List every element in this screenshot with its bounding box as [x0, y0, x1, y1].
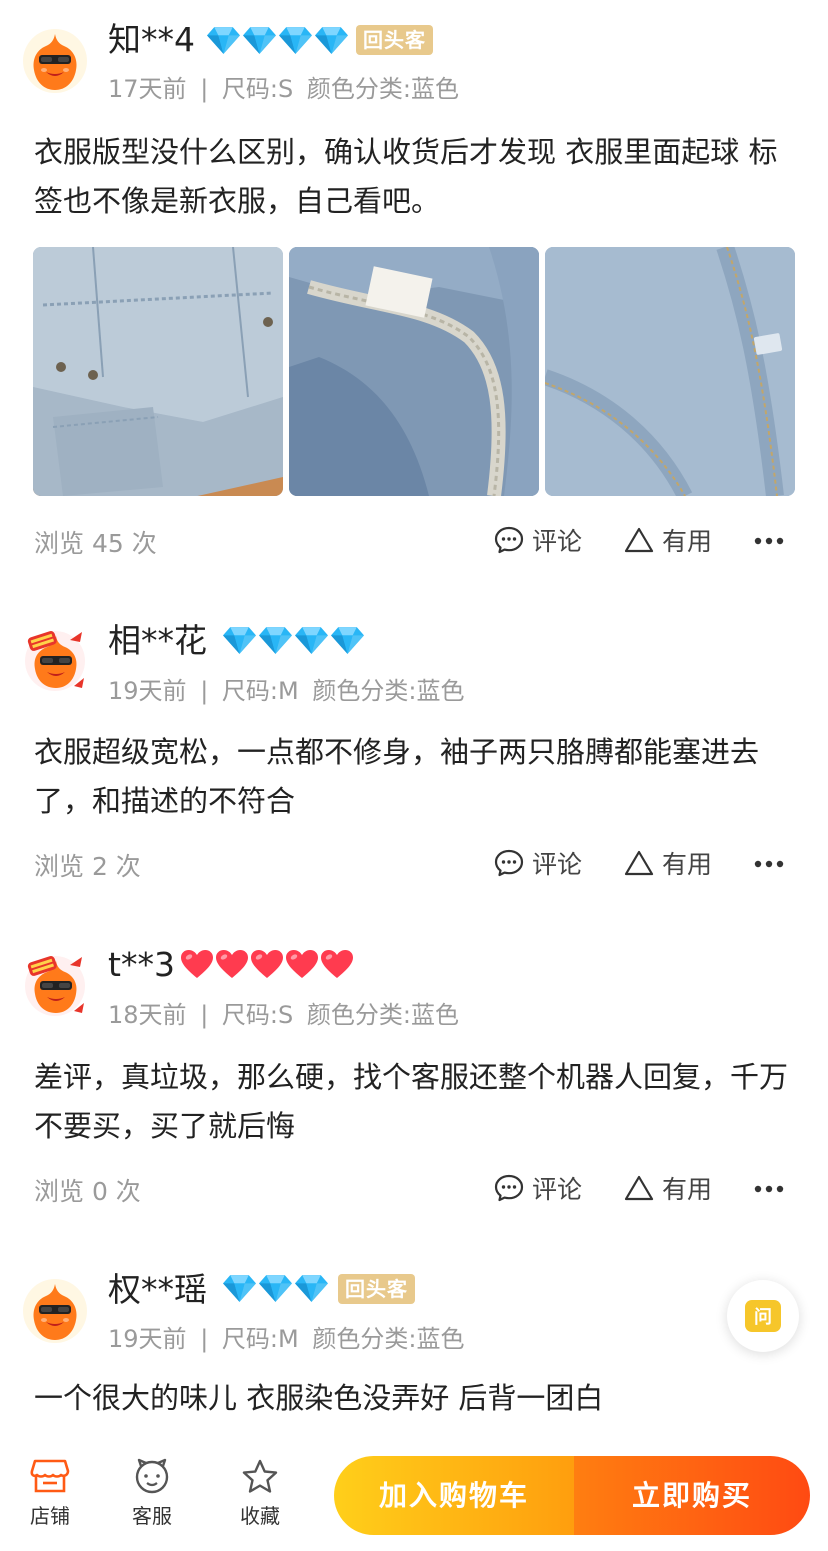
username: 知**4	[108, 20, 195, 59]
avatar[interactable]	[22, 28, 88, 94]
star-icon	[242, 1459, 278, 1493]
level-badges	[222, 626, 365, 655]
review-content: 一个很大的味儿 衣服染色没弄好 后背一团白	[34, 1381, 604, 1415]
level-badges	[222, 1274, 329, 1303]
triangle-icon	[624, 1173, 654, 1203]
review-date: 18天前	[108, 1001, 187, 1029]
diamond-icon	[294, 1274, 329, 1303]
useful-label: 有用	[662, 527, 713, 556]
view-count: 浏览 45 次	[34, 529, 157, 558]
buy-now-button[interactable]: 立即购买	[574, 1456, 810, 1535]
review-meta: 18天前 | 尺码:S 颜色分类:蓝色	[108, 999, 459, 1031]
review-date: 19天前	[108, 677, 187, 705]
heart-icon	[180, 949, 214, 979]
diamond-icon	[314, 26, 349, 55]
meta-separator: |	[200, 1325, 209, 1353]
avatar[interactable]	[22, 951, 88, 1017]
level-badges	[206, 26, 349, 55]
triangle-icon	[624, 848, 654, 878]
shop-button[interactable]: 店铺	[15, 1458, 85, 1529]
username: 权**瑶	[108, 1270, 207, 1309]
review-size: 尺码:M	[221, 1325, 299, 1353]
review-color-category: 颜色分类:蓝色	[306, 1001, 459, 1029]
more-icon[interactable]	[754, 859, 784, 869]
review-actions: 浏览 2 次 评论 有用	[0, 843, 828, 883]
diamond-icon	[258, 1274, 293, 1303]
useful-button[interactable]: 有用	[624, 845, 712, 881]
favorite-button[interactable]: 收藏	[225, 1458, 295, 1529]
service-label: 客服	[132, 1504, 172, 1528]
avatar[interactable]	[22, 626, 88, 692]
review-date: 19天前	[108, 1325, 187, 1353]
more-icon[interactable]	[754, 536, 784, 546]
review-meta: 19天前 | 尺码:M 颜色分类:蓝色	[108, 675, 464, 707]
review-color-category: 颜色分类:蓝色	[312, 677, 465, 705]
comment-icon	[494, 848, 524, 878]
heart-icon	[285, 949, 319, 979]
useful-button[interactable]: 有用	[624, 1170, 712, 1206]
heart-icon	[320, 949, 354, 979]
review-size: 尺码:S	[221, 1001, 294, 1029]
useful-label: 有用	[662, 1175, 713, 1204]
review-photo[interactable]	[545, 247, 795, 496]
ask-question-button[interactable]: 问	[727, 1280, 799, 1352]
review-size: 尺码:M	[221, 677, 299, 705]
review-actions: 浏览 0 次 评论 有用	[0, 1168, 828, 1208]
comment-button[interactable]: 评论	[494, 845, 582, 881]
review-photo[interactable]	[289, 247, 539, 496]
review-content: 衣服版型没什么区别，确认收货后才发现 衣服里面起球 标签也不像是新衣服，自己看吧…	[34, 135, 778, 218]
triangle-icon	[624, 525, 654, 555]
review-photo[interactable]	[33, 247, 283, 496]
comment-label: 评论	[532, 527, 583, 556]
username: 相**花	[108, 621, 207, 660]
view-count: 浏览 2 次	[34, 852, 141, 881]
diamond-icon	[222, 626, 257, 655]
repeat-customer-tag: 回头客	[338, 1274, 415, 1304]
review-size: 尺码:S	[221, 75, 294, 103]
view-count: 浏览 0 次	[34, 1177, 141, 1206]
review-content: 差评，真垃圾，那么硬，找个客服还整个机器人回复，千万不要买，买了就后悔	[34, 1060, 789, 1143]
review-color-category: 颜色分类:蓝色	[306, 75, 459, 103]
meta-separator: |	[200, 1001, 209, 1029]
avatar[interactable]	[22, 1278, 88, 1344]
meta-separator: |	[200, 75, 209, 103]
diamond-icon	[222, 1274, 257, 1303]
review-content: 衣服超级宽松，一点都不修身，袖子两只胳膊都能塞进去了，和描述的不符合	[34, 735, 760, 818]
comment-label: 评论	[532, 1175, 583, 1204]
diamond-icon	[278, 26, 313, 55]
diamond-icon	[330, 626, 365, 655]
useful-button[interactable]: 有用	[624, 522, 712, 558]
shop-icon	[30, 1459, 70, 1493]
useful-label: 有用	[662, 850, 713, 879]
customer-service-icon	[135, 1458, 169, 1494]
comment-icon	[494, 525, 524, 555]
comment-button[interactable]: 评论	[494, 522, 582, 558]
review-photos	[33, 247, 795, 496]
heart-icon	[215, 949, 249, 979]
diamond-icon	[206, 26, 241, 55]
diamond-icon	[294, 626, 329, 655]
diamond-icon	[258, 626, 293, 655]
question-icon: 问	[745, 1300, 781, 1332]
repeat-customer-tag: 回头客	[356, 25, 433, 55]
comment-icon	[494, 1173, 524, 1203]
heart-icon	[250, 949, 284, 979]
level-badges	[180, 949, 354, 979]
more-icon[interactable]	[754, 1184, 784, 1194]
review-meta: 17天前 | 尺码:S 颜色分类:蓝色	[108, 73, 459, 105]
review-meta: 19天前 | 尺码:M 颜色分类:蓝色	[108, 1323, 464, 1355]
comment-button[interactable]: 评论	[494, 1170, 582, 1206]
review-color-category: 颜色分类:蓝色	[312, 1325, 465, 1353]
username: t**3	[108, 945, 175, 984]
service-button[interactable]: 客服	[117, 1458, 187, 1529]
favorite-label: 收藏	[240, 1504, 280, 1528]
shop-label: 店铺	[30, 1504, 70, 1528]
add-to-cart-button[interactable]: 加入购物车	[334, 1456, 574, 1535]
review-actions: 浏览 45 次 评论 有用	[0, 520, 828, 560]
comment-label: 评论	[532, 850, 583, 879]
review-date: 17天前	[108, 75, 187, 103]
diamond-icon	[242, 26, 277, 55]
meta-separator: |	[200, 677, 209, 705]
bottom-action-bar: 店铺 客服 收藏 加入购物车 立即购买	[0, 1440, 828, 1551]
